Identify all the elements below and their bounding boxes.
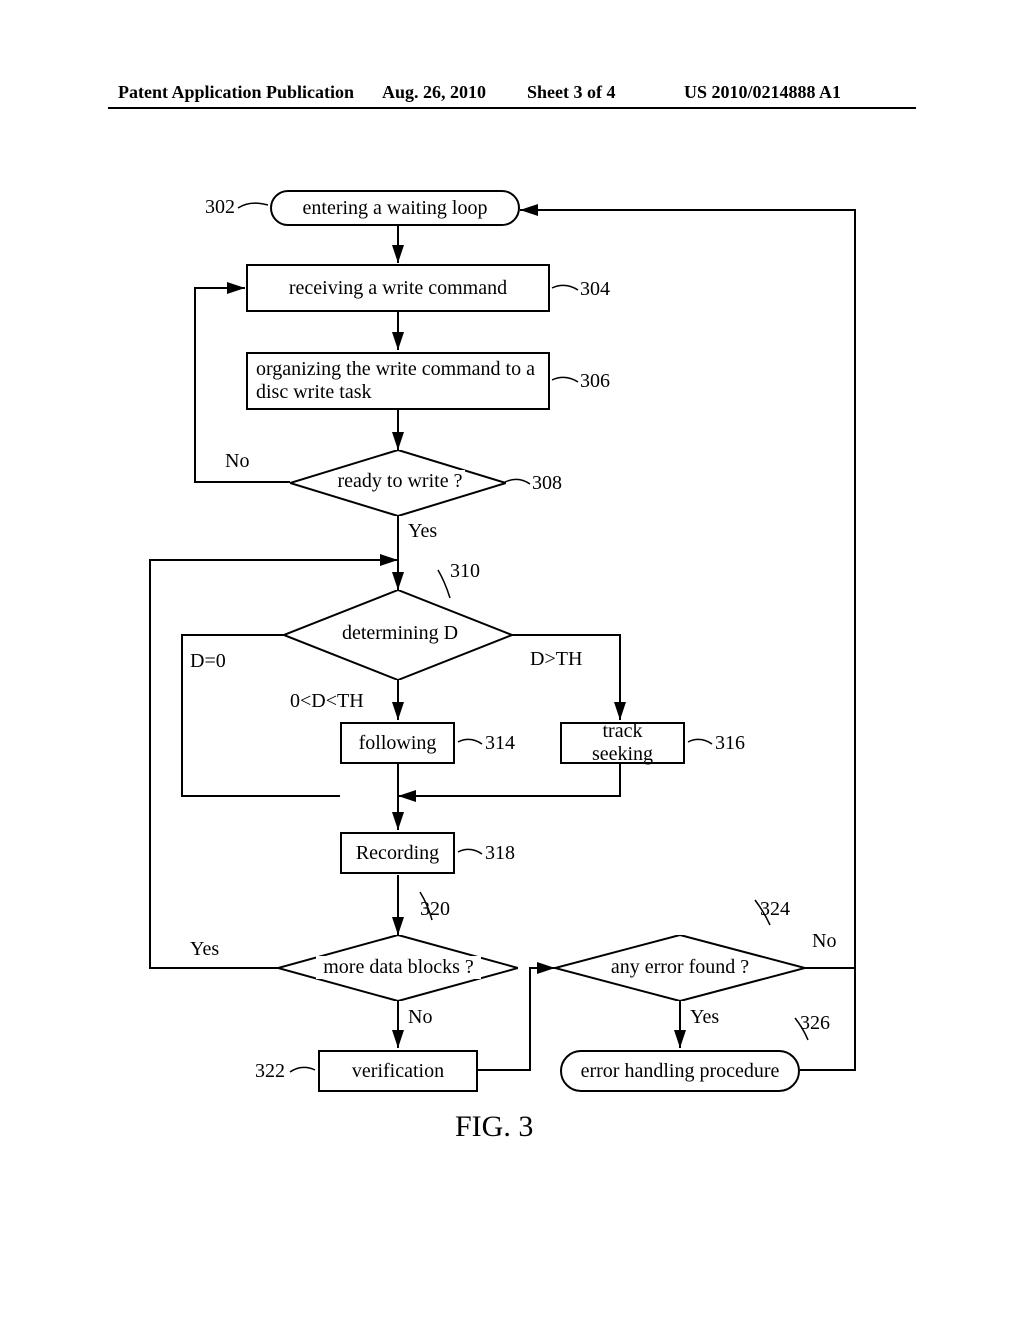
node-326-label: error handling procedure <box>581 1060 780 1083</box>
edge-324-no: No <box>812 930 836 953</box>
ref-316: 316 <box>715 732 745 755</box>
node-306-process: organizing the write command to a disc w… <box>246 352 550 410</box>
node-306-label: organizing the write command to a disc w… <box>256 358 540 404</box>
ref-302: 302 <box>205 196 235 219</box>
edge-310-high: D>TH <box>530 648 582 671</box>
node-326-terminator: error handling procedure <box>560 1050 800 1092</box>
node-320-label: more data blocks ? <box>316 956 481 979</box>
ref-308: 308 <box>532 472 562 495</box>
node-310-label: determining D <box>330 622 470 645</box>
node-318-label: Recording <box>356 842 439 865</box>
ref-326: 326 <box>800 1012 830 1035</box>
ref-318: 318 <box>485 842 515 865</box>
node-316-label: track seeking <box>570 720 675 766</box>
edge-308-no: No <box>225 450 249 473</box>
edge-320-yes: Yes <box>190 938 219 961</box>
node-304-label: receiving a write command <box>289 277 507 300</box>
ref-320: 320 <box>420 898 450 921</box>
edge-310-mid: 0<D<TH <box>290 690 364 713</box>
ref-314: 314 <box>485 732 515 755</box>
node-302-terminator: entering a waiting loop <box>270 190 520 226</box>
ref-310: 310 <box>450 560 480 583</box>
node-308-label: ready to write ? <box>335 470 465 493</box>
node-314-label: following <box>359 732 437 755</box>
ref-324: 324 <box>760 898 790 921</box>
node-322-process: verification <box>318 1050 478 1092</box>
ref-322: 322 <box>255 1060 285 1083</box>
edge-320-no: No <box>408 1006 432 1029</box>
ref-304: 304 <box>580 278 610 301</box>
ref-306: 306 <box>580 370 610 393</box>
edge-308-yes: Yes <box>408 520 437 543</box>
figure-caption: FIG. 3 <box>455 1110 533 1144</box>
edge-310-d0: D=0 <box>190 650 226 673</box>
node-318-process: Recording <box>340 832 455 874</box>
node-324-label: any error found ? <box>605 956 755 979</box>
node-314-process: following <box>340 722 455 764</box>
node-302-label: entering a waiting loop <box>303 197 488 220</box>
node-304-process: receiving a write command <box>246 264 550 312</box>
node-316-process: track seeking <box>560 722 685 764</box>
edge-324-yes: Yes <box>690 1006 719 1029</box>
node-322-label: verification <box>352 1060 444 1083</box>
